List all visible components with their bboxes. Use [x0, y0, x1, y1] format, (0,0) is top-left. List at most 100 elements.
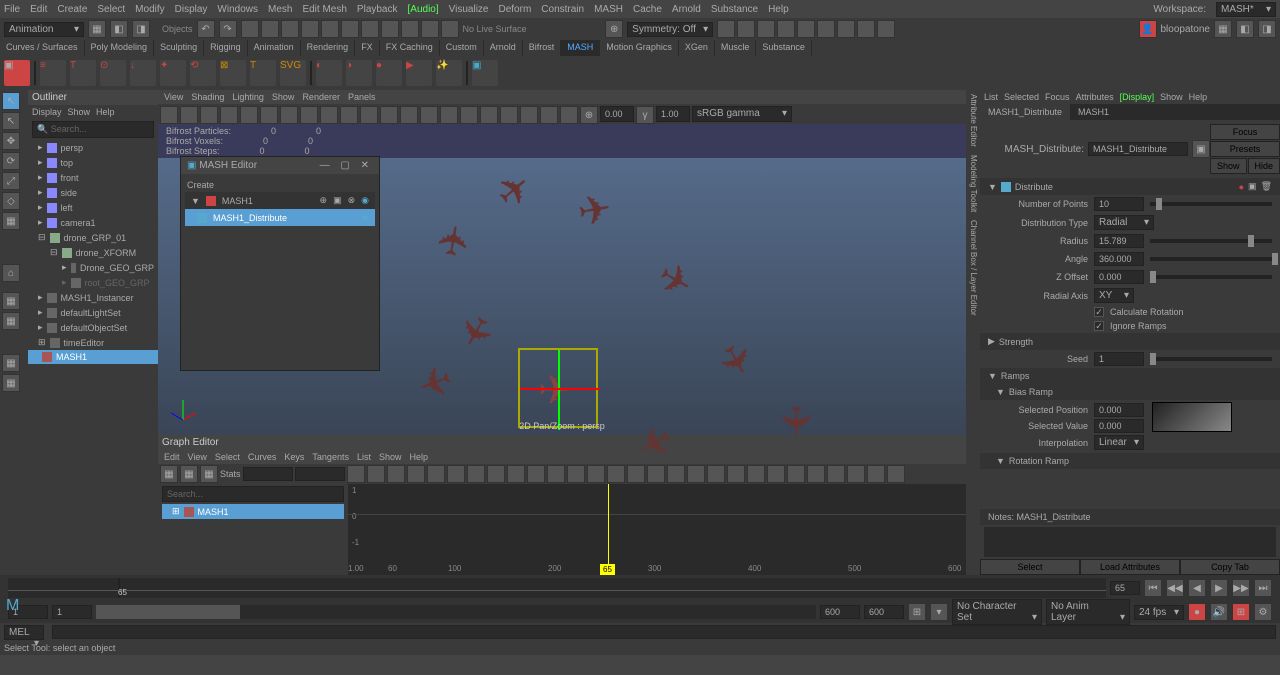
mash-network-item[interactable]: ▼MASH1 ⊕ ▣ ⊗ ◉ — [185, 192, 375, 209]
vp-tool-icon[interactable]: γ — [636, 106, 654, 124]
tool-icon[interactable]: ▦ — [2, 312, 20, 330]
sel-pos-input[interactable] — [1094, 403, 1144, 417]
vp-tool-icon[interactable] — [420, 106, 438, 124]
outliner-item[interactable]: ▸root_GEO_GRP — [28, 275, 158, 290]
radial-axis-dropdown[interactable]: XY — [1094, 288, 1134, 303]
shelf-tab[interactable]: Muscle — [715, 40, 757, 56]
menu-audio[interactable]: [Audio] — [408, 4, 439, 15]
ge-tool-icon[interactable] — [607, 465, 625, 483]
outliner-item[interactable]: ⊟drone_GRP_01 — [28, 230, 158, 245]
ge-tool-icon[interactable] — [427, 465, 445, 483]
shelf-tab[interactable]: Substance — [756, 40, 812, 56]
node-icon[interactable]: ▣ — [333, 195, 342, 206]
vp-tool-icon[interactable] — [440, 106, 458, 124]
outliner-menu-display[interactable]: Display — [32, 107, 62, 117]
tb-icon[interactable]: ◨ — [1258, 20, 1276, 38]
tb-icon[interactable]: ▦ — [1214, 20, 1232, 38]
strength-section[interactable]: ▶Strength — [980, 333, 1280, 350]
menu-playback[interactable]: Playback — [357, 4, 398, 15]
shelf-tab[interactable]: FX Caching — [380, 40, 440, 56]
ge-menu-select[interactable]: Select — [215, 452, 240, 462]
tb-icon[interactable] — [381, 20, 399, 38]
prefs-icon[interactable]: ⚙ — [1254, 603, 1272, 621]
vp-tool-icon[interactable] — [500, 106, 518, 124]
ge-tool-icon[interactable] — [847, 465, 865, 483]
tb-icon[interactable]: ↷ — [219, 20, 237, 38]
command-input[interactable] — [52, 625, 1276, 639]
ae-menu-list[interactable]: List — [984, 92, 998, 102]
tl-icon[interactable]: ▾ — [930, 603, 948, 621]
ramps-section[interactable]: ▼Ramps — [980, 368, 1280, 384]
ae-menu-attributes[interactable]: Attributes — [1076, 92, 1114, 102]
tb-icon[interactable] — [321, 20, 339, 38]
vp-menu-renderer[interactable]: Renderer — [302, 92, 340, 102]
node-icon[interactable]: ⊗ — [348, 195, 356, 206]
ge-tool-icon[interactable]: ▦ — [160, 465, 178, 483]
tool-icon[interactable]: ▦ — [2, 374, 20, 392]
tb-icon[interactable] — [441, 20, 459, 38]
vp-tool-icon[interactable] — [240, 106, 258, 124]
shelf-tab[interactable]: Poly Modeling — [85, 40, 155, 56]
ae-menu-help[interactable]: Help — [1189, 92, 1208, 102]
fps-dropdown[interactable]: 24 fps — [1134, 605, 1184, 620]
tb-icon[interactable] — [797, 20, 815, 38]
ge-search[interactable]: Search... — [162, 486, 344, 502]
tb-icon[interactable] — [837, 20, 855, 38]
shelf-icon[interactable]: ▣ — [4, 60, 30, 86]
toggle-icon[interactable]: ◉ — [361, 212, 369, 223]
shelf-tab[interactable]: Custom — [440, 40, 484, 56]
ramp-preview[interactable] — [1152, 402, 1232, 432]
shelf-tab[interactable]: Sculpting — [154, 40, 204, 56]
menu-edit[interactable]: Edit — [30, 4, 47, 15]
rotate-tool-icon[interactable]: ⟳ — [2, 152, 20, 170]
dist-type-dropdown[interactable]: Radial — [1094, 215, 1154, 230]
vp-tool-icon[interactable] — [260, 106, 278, 124]
ge-tool-icon[interactable] — [867, 465, 885, 483]
outliner-item[interactable]: ▸MASH1_Instancer — [28, 290, 158, 305]
autokey-icon[interactable]: ● — [1188, 603, 1206, 621]
tb-icon[interactable] — [361, 20, 379, 38]
outliner-item[interactable]: ▸top — [28, 155, 158, 170]
shelf-tab[interactable]: Rigging — [204, 40, 248, 56]
vp-menu-show[interactable]: Show — [272, 92, 295, 102]
map-icon[interactable]: ▣ — [1248, 181, 1257, 192]
vp-tool-icon[interactable] — [320, 106, 338, 124]
ge-tool-icon[interactable] — [787, 465, 805, 483]
menu-display[interactable]: Display — [175, 4, 208, 15]
presets-button[interactable]: Presets — [1210, 141, 1280, 157]
mode-dropdown[interactable]: Animation — [4, 22, 84, 37]
ge-tool-icon[interactable] — [527, 465, 545, 483]
menu-create[interactable]: Create — [57, 4, 87, 15]
scale-tool-icon[interactable]: ⤢ — [2, 172, 20, 190]
shelf-icon[interactable]: ⟲ — [190, 60, 216, 86]
tool-icon[interactable]: ⌂ — [2, 264, 20, 282]
vp-tool-icon[interactable] — [540, 106, 558, 124]
ge-tool-icon[interactable] — [667, 465, 685, 483]
ge-menu-view[interactable]: View — [188, 452, 207, 462]
ge-tool-icon[interactable] — [647, 465, 665, 483]
tb-icon[interactable] — [341, 20, 359, 38]
outliner-search[interactable]: 🔍 Search... — [32, 121, 154, 138]
gamma-input[interactable] — [656, 106, 690, 122]
vp-tool-icon[interactable] — [160, 106, 178, 124]
vp-tool-icon[interactable] — [520, 106, 538, 124]
menu-modify[interactable]: Modify — [135, 4, 164, 15]
outliner-item-selected[interactable]: MASH1 — [28, 350, 158, 364]
ge-tool-icon[interactable] — [747, 465, 765, 483]
node-icon[interactable]: ⊕ — [320, 195, 328, 206]
lasso-tool-icon[interactable]: ↖ — [2, 112, 20, 130]
ge-menu-tangents[interactable]: Tangents — [312, 452, 349, 462]
outliner-item[interactable]: ▸side — [28, 185, 158, 200]
tb-icon[interactable]: ◧ — [1236, 20, 1254, 38]
ge-menu-edit[interactable]: Edit — [164, 452, 180, 462]
play-forward-icon[interactable]: ▶ — [1210, 579, 1228, 597]
menu-windows[interactable]: Windows — [217, 4, 258, 15]
toggle-icon[interactable]: ◉ — [361, 195, 369, 206]
maximize-icon[interactable]: ▢ — [336, 160, 353, 171]
ae-menu-selected[interactable]: Selected — [1004, 92, 1039, 102]
char-set-dropdown[interactable]: No Character Set — [952, 599, 1042, 625]
tb-icon[interactable] — [857, 20, 875, 38]
zoffset-input[interactable] — [1094, 270, 1144, 284]
node-name-input[interactable] — [1088, 142, 1188, 156]
side-tab-channel[interactable]: Channel Box / Layer Editor — [966, 216, 980, 320]
